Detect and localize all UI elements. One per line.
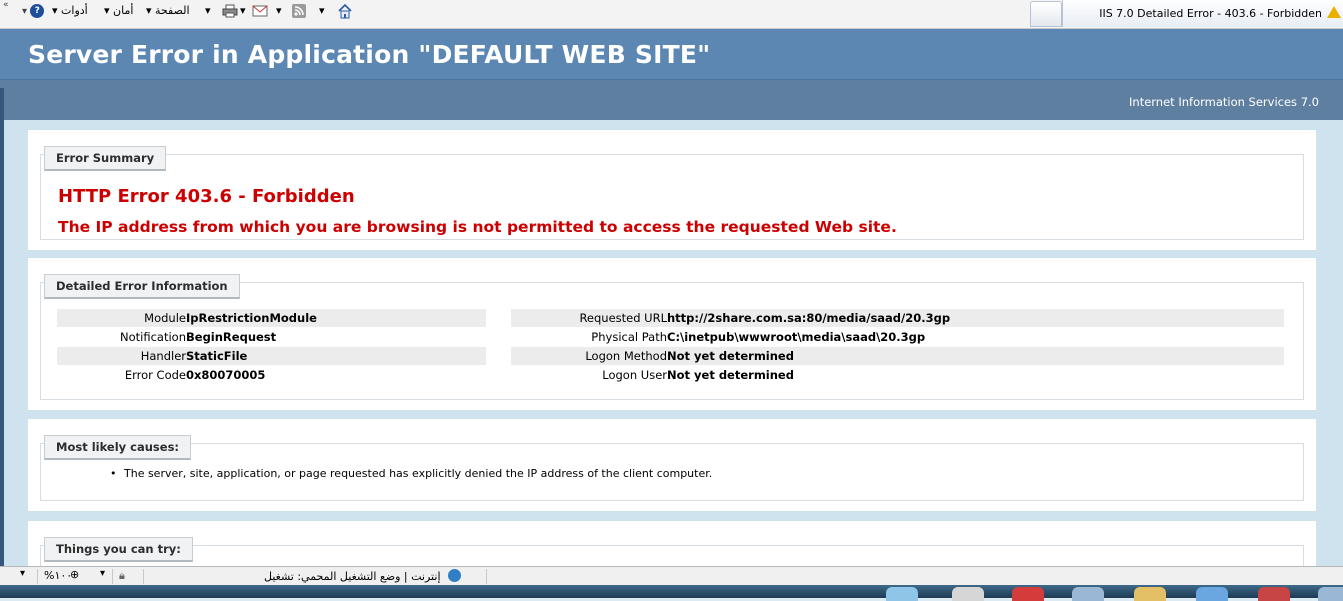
tools-menu-label: أدوات [61, 4, 88, 17]
lock-icon: 🔒︎ [119, 569, 125, 582]
detailed-error-legend: Detailed Error Information [44, 274, 240, 299]
error-summary-panel: Error Summary HTTP Error 403.6 - Forbidd… [28, 130, 1316, 250]
detail-row-requested-url: Requested URL http://2share.com.sa:80/me… [511, 309, 1284, 327]
taskbar-app-icon[interactable] [1258, 587, 1290, 601]
detail-value: C:\inetpub\wwwroot\media\saad\20.3gp [667, 330, 926, 344]
internet-globe-icon [448, 569, 461, 582]
taskbar-app-icon[interactable] [1012, 587, 1044, 601]
detail-label: Logon Method [585, 349, 667, 363]
detail-value: http://2share.com.sa:80/media/saad/20.3g… [667, 311, 951, 325]
new-tab-button[interactable] [1030, 1, 1062, 27]
help-menu[interactable]: ▾ ? [22, 4, 45, 18]
detailed-error-panel: Detailed Error Information Module IpRest… [28, 258, 1316, 410]
detail-row-physical-path: Physical Path C:\inetpub\wwwroot\media\s… [511, 328, 1284, 346]
warning-icon [1327, 6, 1341, 18]
safety-menu[interactable]: ▾ أمان [104, 4, 133, 17]
page-subheader: Internet Information Services 7.0 [0, 80, 1343, 120]
detail-label: Notification [120, 330, 186, 344]
taskbar-app-icon[interactable] [1196, 587, 1228, 601]
error-title: HTTP Error 403.6 - Forbidden [58, 186, 355, 207]
taskbar-app-icon[interactable] [1134, 587, 1166, 601]
detail-row-error-code: Error Code 0x80070005 [57, 366, 486, 384]
status-dropdown[interactable]: ▾ [20, 568, 25, 579]
tab-title: IIS 7.0 Detailed Error - 403.6 - Forbidd… [1099, 7, 1322, 20]
detail-label: Handler [140, 349, 186, 363]
detail-value: Not yet determined [667, 349, 794, 363]
page-menu[interactable]: ▾ الصفحة [146, 4, 190, 17]
error-message: The IP address from which you are browsi… [58, 218, 897, 236]
help-icon: ? [30, 4, 45, 18]
detail-label: Physical Path [591, 330, 667, 344]
detail-row-module: Module IpRestrictionModule [57, 309, 486, 327]
cause-item: The server, site, application, or page r… [110, 467, 712, 480]
taskbar-app-icon[interactable] [1318, 587, 1343, 601]
zoom-control[interactable]: %١٠٠ ⊕ [37, 568, 98, 584]
zoom-icon: ⊕ [70, 568, 80, 581]
detail-value: BeginRequest [186, 330, 277, 344]
detail-value: StaticFile [186, 349, 248, 363]
detail-row-notification: Notification BeginRequest [57, 328, 486, 346]
detail-row-handler: Handler StaticFile [57, 347, 486, 365]
status-divider [143, 569, 145, 584]
detail-row-logon-user: Logon User Not yet determined [511, 366, 1284, 384]
mail-dropdown[interactable]: ▾ [240, 4, 246, 17]
detail-value: Not yet determined [667, 368, 794, 382]
page-title: Server Error in Application "DEFAULT WEB… [28, 40, 711, 69]
server-version: Internet Information Services 7.0 [1129, 95, 1319, 109]
detail-value: 0x80070005 [186, 368, 266, 382]
zoom-dropdown[interactable]: ▾ [100, 568, 105, 579]
causes-panel: Most likely causes: The server, site, ap… [28, 419, 1316, 511]
more-commands-icon[interactable]: « [3, 0, 9, 10]
zone-text: إنترنت | وضع التشغيل المحمي: تشغيل [264, 570, 441, 583]
tab-iis-error[interactable]: IIS 7.0 Detailed Error - 403.6 - Forbidd… [1062, 0, 1343, 27]
causes-legend: Most likely causes: [44, 435, 192, 460]
tools-menu[interactable]: ▾ أدوات [52, 4, 88, 17]
page-header: Server Error in Application "DEFAULT WEB… [0, 29, 1343, 80]
page-menu-label: الصفحة [155, 4, 190, 17]
error-summary-legend: Error Summary [44, 146, 167, 171]
detail-row-logon-method: Logon Method Not yet determined [511, 347, 1284, 365]
taskbar-app-icon[interactable] [952, 587, 984, 601]
rss-feed-icon[interactable] [291, 3, 307, 19]
things-panel: Things you can try: [28, 521, 1316, 566]
detail-label: Logon User [602, 368, 667, 382]
status-bar: ▾ %١٠٠ ⊕ ▾ 🔒︎ إنترنت | وضع التشغيل المحم… [0, 566, 1343, 586]
content-area: Error Summary HTTP Error 403.6 - Forbidd… [4, 120, 1343, 566]
print-dropdown[interactable]: ▾ [205, 4, 211, 17]
browser-command-bar: « ▾ ? ▾ أدوات ▾ أمان ▾ الصفحة ▾ ▾ ▾ ▾ II… [0, 0, 1343, 29]
security-zone[interactable]: إنترنت | وضع التشغيل المحمي: تشغيل [264, 569, 461, 583]
safety-menu-label: أمان [113, 4, 134, 17]
home-dropdown[interactable]: ▾ [319, 4, 325, 17]
taskbar [0, 585, 1343, 601]
status-divider [486, 569, 488, 584]
detail-label: Error Code [124, 368, 186, 382]
protected-mode-cell[interactable]: 🔒︎ [112, 569, 141, 584]
things-legend: Things you can try: [44, 537, 193, 562]
things-frame [40, 545, 1304, 566]
print-icon[interactable] [222, 3, 238, 19]
detail-value: IpRestrictionModule [186, 311, 317, 325]
taskbar-app-icon[interactable] [1072, 587, 1104, 601]
zoom-level: %١٠٠ [44, 569, 73, 582]
feeds-dropdown[interactable]: ▾ [276, 4, 282, 17]
taskbar-app-icon[interactable] [886, 587, 918, 601]
home-icon[interactable] [337, 3, 353, 19]
mail-icon[interactable] [252, 3, 268, 19]
detail-label: Requested URL [579, 311, 667, 325]
detail-label: Module [144, 311, 186, 325]
